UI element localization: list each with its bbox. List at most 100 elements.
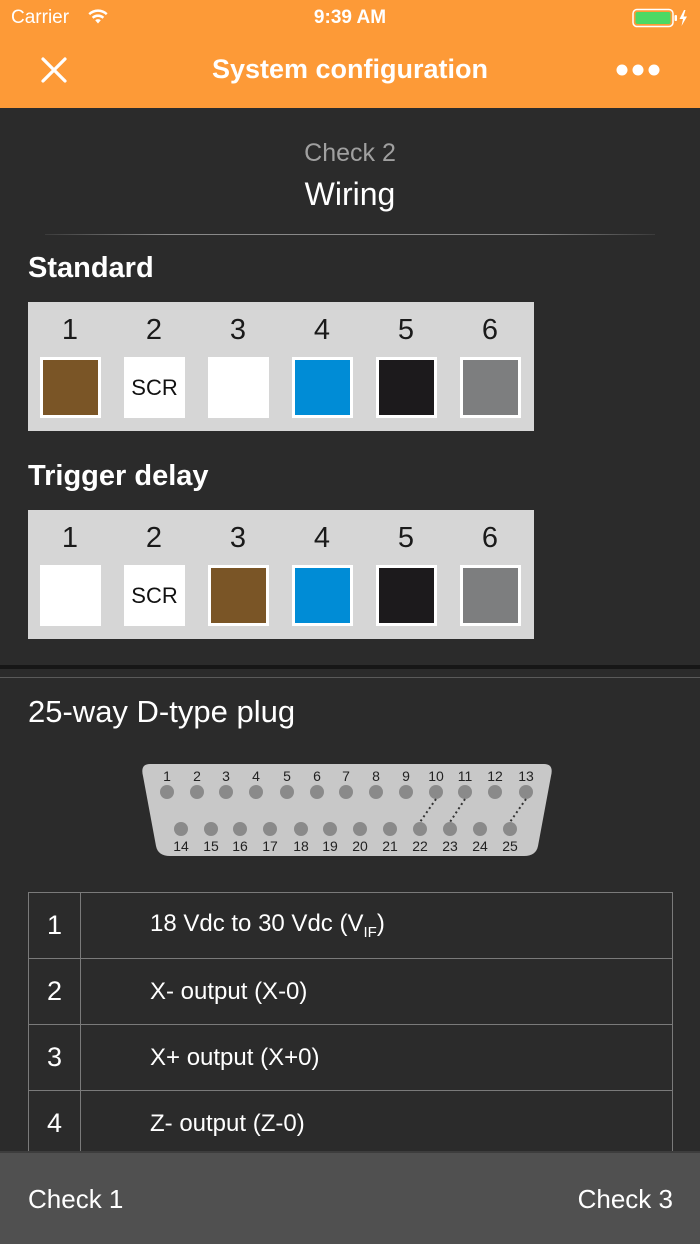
pin-description-text: X+ output (X+0)	[150, 1043, 320, 1071]
standard-wiring-panel: 1 2 SCR 3 4 5 6	[28, 302, 534, 431]
section-divider	[0, 665, 700, 669]
pin-description-subscript: IF	[363, 923, 377, 941]
wire-3: 3	[196, 510, 280, 639]
status-bar: Carrier 9:39 AM	[0, 0, 700, 36]
pin-bottom	[204, 822, 218, 836]
pin-top	[219, 785, 233, 799]
pin-description: 18 Vdc to 30 Vdc (VIF)	[80, 892, 673, 959]
wire-swatch	[40, 565, 101, 626]
pin-bottom	[323, 822, 337, 836]
table-row: 4 Z- output (Z-0)	[28, 1090, 673, 1157]
wire-number: 1	[61, 522, 79, 554]
pin-bottom	[413, 822, 427, 836]
wire-2: 2 SCR	[112, 302, 196, 431]
header-divider	[45, 234, 655, 235]
pin-bottom	[473, 822, 487, 836]
wire-5: 5	[364, 510, 448, 639]
pin-bottom	[233, 822, 247, 836]
pin-description: Z- output (Z-0)	[80, 1090, 673, 1157]
pin-label-top: 11	[458, 768, 473, 784]
wire-number: 4	[313, 314, 331, 346]
pin-description: X- output (X-0)	[80, 958, 673, 1025]
pin-label-top: 13	[518, 768, 534, 784]
next-check-button[interactable]: Check 3	[578, 1184, 673, 1215]
battery-charging-icon	[632, 8, 690, 34]
wire-4: 4	[280, 510, 364, 639]
check-subtitle: Check 2	[304, 139, 396, 167]
pin-label-top: 3	[222, 768, 230, 784]
wifi-icon	[86, 7, 110, 31]
table-row: 1 18 Vdc to 30 Vdc (VIF)	[28, 892, 673, 959]
pin-number: 4	[28, 1090, 81, 1157]
wire-6: 6	[448, 302, 532, 431]
wire-1: 1	[28, 510, 112, 639]
wire-number: 5	[397, 314, 415, 346]
pin-label-top: 1	[163, 768, 171, 784]
pin-label-bottom: 18	[293, 838, 309, 854]
pin-top	[249, 785, 263, 799]
more-button[interactable]	[616, 62, 660, 78]
wire-number: 3	[229, 522, 247, 554]
wire-4: 4	[280, 302, 364, 431]
wire-number: 2	[145, 314, 163, 346]
top-bar: Carrier 9:39 AM System configuration	[0, 0, 700, 108]
d-type-plug-diagram: 1 2 3 4 5 6 7 8 9 10 11 12 1314 15 16 17 18 19 20 21 22 23 24 2…	[142, 764, 552, 856]
pin-label-bottom: 16	[232, 838, 248, 854]
pin-bottom	[353, 822, 367, 836]
page-title: System configuration	[211, 54, 489, 84]
pin-label-top: 8	[372, 768, 380, 784]
pin-label-top: 9	[402, 768, 410, 784]
carrier-label: Carrier	[11, 7, 70, 28]
more-horizontal-icon	[616, 64, 660, 76]
pin-bottom	[443, 822, 457, 836]
wire-swatch	[292, 565, 353, 626]
wire-swatch	[376, 565, 437, 626]
pin-bottom	[174, 822, 188, 836]
pin-description-text: Z- output (Z-0)	[150, 1109, 305, 1137]
wire-swatch	[292, 357, 353, 418]
pin-bottom	[294, 822, 308, 836]
pin-top	[399, 785, 413, 799]
pin-number: 3	[28, 1024, 81, 1091]
pin-bottom	[383, 822, 397, 836]
pin-number: 2	[28, 958, 81, 1025]
pin-label-bottom: 21	[382, 838, 398, 854]
wire-number: 5	[397, 522, 415, 554]
pin-label-top: 10	[428, 768, 444, 784]
pin-label-top: 7	[342, 768, 350, 784]
wire-number: 6	[481, 522, 499, 554]
wire-swatch	[460, 565, 521, 626]
plug-title: 25-way D-type plug	[28, 694, 296, 729]
wire-number: 3	[229, 314, 247, 346]
wire-3: 3	[196, 302, 280, 431]
wire-swatch-scr: SCR	[124, 565, 185, 626]
wire-number: 4	[313, 522, 331, 554]
pin-top	[519, 785, 533, 799]
pin-bottom	[263, 822, 277, 836]
check-title: Wiring	[304, 176, 396, 212]
wire-1: 1	[28, 302, 112, 431]
pin-label-bottom: 14	[173, 838, 189, 854]
pin-top	[310, 785, 324, 799]
pin-label-top: 5	[283, 768, 291, 784]
wire-number: 2	[145, 522, 163, 554]
pin-top	[339, 785, 353, 799]
table-row: 3 X+ output (X+0)	[28, 1024, 673, 1091]
trigger-delay-title: Trigger delay	[28, 460, 209, 492]
pin-label-bottom: 20	[352, 838, 368, 854]
wire-swatch-scr: SCR	[124, 357, 185, 418]
table-row: 2 X- output (X-0)	[28, 958, 673, 1025]
close-icon	[41, 57, 67, 83]
pin-top	[488, 785, 502, 799]
pin-label-bottom: 19	[322, 838, 338, 854]
wire-number: 6	[481, 314, 499, 346]
wire-swatch	[460, 357, 521, 418]
pin-top	[429, 785, 443, 799]
close-button[interactable]	[38, 54, 70, 86]
pin-table: 1 18 Vdc to 30 Vdc (VIF) 2 X- output (X-0) 3…	[28, 892, 673, 1157]
previous-check-button[interactable]: Check 1	[28, 1184, 123, 1215]
pin-label-bottom: 23	[442, 838, 458, 854]
pin-top	[160, 785, 174, 799]
standard-title: Standard	[28, 252, 154, 284]
pin-description-tail: )	[376, 910, 385, 938]
